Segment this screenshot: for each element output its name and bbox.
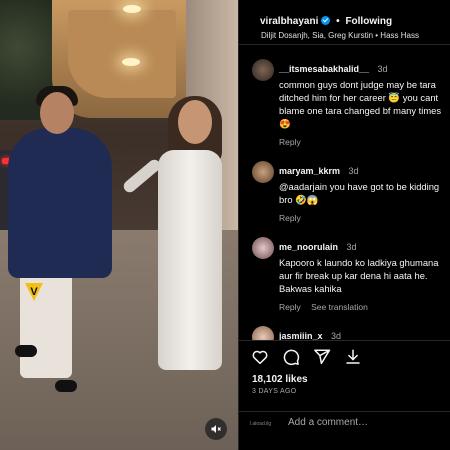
add-comment-input[interactable] [286, 416, 440, 429]
woman-outfit [158, 150, 222, 370]
avatar[interactable] [252, 237, 274, 259]
woman-face [178, 100, 212, 144]
background-arch [68, 10, 176, 98]
comment-item: maryam_kkrm 3d @aadarjain you have got t… [239, 161, 450, 223]
comment-time: 3d [377, 64, 388, 74]
comment-icon[interactable] [282, 348, 300, 366]
avatar[interactable] [252, 161, 274, 183]
small-watermark-text: l.aload.ilg [250, 421, 272, 427]
comment-composer: l.aload.ilg [239, 411, 450, 436]
comment-text: Kapooro k laundo ko ladkiya ghumana aur … [279, 257, 439, 294]
avatar[interactable] [252, 59, 274, 81]
ceiling-lamp [123, 5, 141, 13]
comment-username[interactable]: maryam_kkrm [279, 166, 340, 176]
comment-time: 3d [346, 242, 357, 252]
audio-attribution[interactable]: Diljit Dosanjh, Sia, Greg Kurstin • Hass… [261, 31, 419, 40]
comment-text: @aadarjain you have got to be kidding br… [279, 181, 440, 205]
reply-button[interactable]: Reply [279, 302, 301, 312]
follow-status-button[interactable]: Following [345, 16, 392, 27]
woman-arm [121, 157, 163, 195]
post-media[interactable]: V [0, 0, 238, 450]
comment-username[interactable]: jasmiiin_x [279, 331, 323, 340]
separator-dot: • [336, 16, 340, 27]
comment-time: 3d [348, 166, 359, 176]
speaker-muted-icon [211, 425, 221, 433]
post-date[interactable]: 3 DAYS AGO [252, 388, 297, 395]
man-shoe [15, 345, 37, 357]
post-header: viralbhayani • Following Diljit Dosanjh,… [239, 0, 450, 45]
man-shoe [55, 380, 77, 392]
comment-item: jasmiiin_x 3d [239, 326, 450, 340]
comment-username[interactable]: __itsmesabakhalid__ [279, 64, 369, 74]
likes-count[interactable]: 18,102 likes [252, 374, 308, 385]
heart-icon[interactable] [251, 348, 269, 366]
action-icons [251, 348, 362, 366]
comment-actions: Reply See translation [279, 302, 443, 312]
post-actions-section: 18,102 likes 3 DAYS AGO l.aload.ilg [239, 340, 450, 436]
comments-list[interactable]: __itsmesabakhalid__ 3d common guys dont … [239, 45, 450, 340]
comment-actions: Reply [279, 213, 443, 223]
comment-item: me_noorulain 3d Kapooro k laundo ko ladk… [239, 237, 450, 312]
comment-text: common guys dont judge may be tara ditch… [279, 79, 442, 129]
see-translation-button[interactable]: See translation [311, 302, 368, 312]
post-side-panel: viralbhayani • Following Diljit Dosanjh,… [238, 0, 450, 450]
comment-time: 3d [330, 331, 341, 340]
share-icon[interactable] [313, 348, 331, 366]
comment-actions: Reply [279, 137, 443, 147]
post-author-line: viralbhayani • Following [260, 16, 392, 27]
mute-button[interactable] [205, 418, 227, 440]
download-icon[interactable] [344, 348, 362, 366]
avatar[interactable] [252, 326, 274, 340]
verified-badge-icon [321, 16, 331, 25]
comment-username[interactable]: me_noorulain [279, 242, 338, 252]
man-jacket [8, 128, 112, 278]
author-username[interactable]: viralbhayani [260, 16, 318, 27]
comment-item: __itsmesabakhalid__ 3d common guys dont … [239, 59, 450, 147]
ceiling-lamp [122, 58, 140, 66]
reply-button[interactable]: Reply [279, 137, 301, 147]
reply-button[interactable]: Reply [279, 213, 301, 223]
man-face [40, 92, 74, 134]
